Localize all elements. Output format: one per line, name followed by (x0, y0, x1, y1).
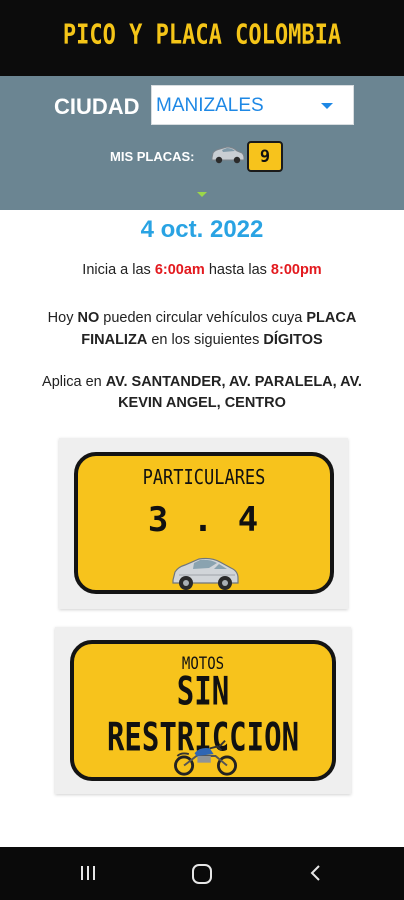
app-header: PICO Y PLACA COLOMBIA (0, 0, 404, 76)
motos-card: MOTOS SIN RESTRICCION (55, 627, 351, 794)
particulares-title: PARTICULARES (142, 466, 266, 490)
motorcycle-icon (174, 740, 238, 776)
home-icon[interactable] (190, 862, 214, 886)
hours-text: Inicia a las 6:00am hasta las 8:00pm (82, 262, 322, 278)
date-title: 4 oct. 2022 (140, 216, 264, 243)
recent-apps-icon[interactable] (78, 863, 98, 883)
system-nav-bar (0, 847, 404, 900)
my-plates-label: MIS PLACAS: (110, 149, 195, 164)
particulares-card: PARTICULARES 3 . 4 (59, 438, 348, 609)
particulares-digits: 3 . 4 (147, 500, 261, 540)
particulares-plate: PARTICULARES 3 . 4 (74, 452, 334, 594)
motos-plate: MOTOS SIN RESTRICCION (70, 640, 336, 781)
applies-text: Aplica en AV. SANTANDER, AV. PARALELA, A… (42, 374, 362, 411)
start-time: 6:00am (154, 262, 205, 278)
city-select-value: MANIZALES (156, 95, 264, 116)
city-panel: CIUDAD MANIZALES MIS PLACAS: 9 (0, 76, 404, 210)
end-time: 8:00pm (270, 262, 322, 278)
city-label: CIUDAD (54, 94, 140, 119)
applies-places: AV. SANTANDER, AV. PARALELA, AV. KEVIN A… (105, 374, 362, 411)
dropdown-caret-icon (321, 103, 333, 109)
car-mini-icon (211, 146, 245, 164)
city-select[interactable]: MANIZALES (151, 85, 354, 125)
car-icon (172, 557, 239, 590)
expand-chevron-icon[interactable] (197, 192, 207, 197)
app-title: PICO Y PLACA COLOMBIA (62, 19, 342, 51)
restriction-notice: Hoy NO pueden circular vehículos cuya PL… (47, 310, 357, 348)
back-icon[interactable] (306, 863, 326, 883)
my-plate-badge[interactable]: 9 (247, 141, 283, 172)
